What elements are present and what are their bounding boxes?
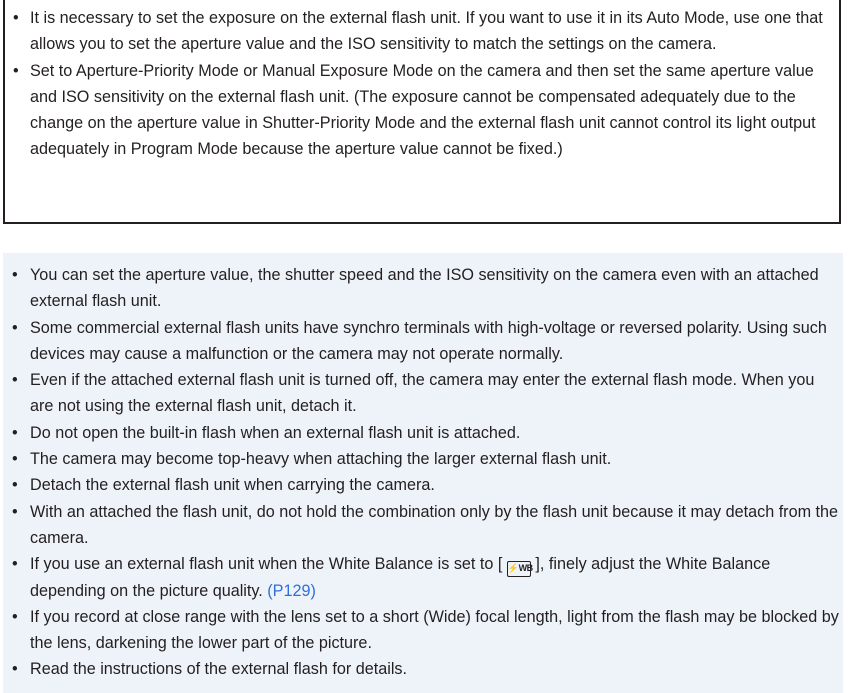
note-item: • Even if the attached external flash un… <box>12 367 842 420</box>
note-text: The camera may become top-heavy when att… <box>30 450 612 469</box>
flash-white-balance-icon: ⚡WB <box>506 561 533 578</box>
bullet: • <box>12 660 18 679</box>
note-text: Do not open the built-in flash when an e… <box>30 423 521 442</box>
note-text: Detach the external flash unit when carr… <box>30 476 435 495</box>
bullet: • <box>12 423 18 442</box>
note-item: • Some commercial external flash units h… <box>12 315 842 368</box>
notice-box: • It is necessary to set the exposure on… <box>3 0 841 224</box>
bullet: • <box>12 502 18 521</box>
bullet: • <box>13 9 19 27</box>
note-item: • The camera may become top-heavy when a… <box>12 446 842 472</box>
note-item: • Read the instructions of the external … <box>12 656 842 682</box>
bullet: • <box>12 555 18 574</box>
bullet: • <box>12 371 18 390</box>
bullet: • <box>12 266 18 284</box>
note-item: • Detach the external flash unit when ca… <box>12 472 842 498</box>
note-text: Even if the attached external flash unit… <box>30 371 815 416</box>
bullet: • <box>12 318 18 337</box>
note-item: • You can set the aperture value, the sh… <box>12 262 842 315</box>
note-text: If you record at close range with the le… <box>30 607 839 653</box>
note-item: • With an attached the flash unit, do no… <box>12 499 842 552</box>
notice-item: • It is necessary to set the exposure on… <box>13 5 837 58</box>
note-text: Some commercial external flash units hav… <box>30 318 827 363</box>
note-text: With an attached the flash unit, do not … <box>30 502 839 547</box>
page-reference-link[interactable]: (P129) <box>267 582 316 600</box>
bullet: • <box>13 61 19 80</box>
note-text: If you use an external flash unit when t… <box>30 555 507 574</box>
notice-text: Set to Aperture-Priority Mode or Manual … <box>30 61 816 159</box>
note-item-white-balance: • If you use an external flash unit when… <box>12 551 842 604</box>
bullet: • <box>12 607 18 626</box>
note-item: • Do not open the built-in flash when an… <box>12 420 842 446</box>
notice-list: • It is necessary to set the exposure on… <box>13 5 837 163</box>
note-panel: • You can set the aperture value, the sh… <box>3 253 843 693</box>
notice-item: • Set to Aperture-Priority Mode or Manua… <box>13 58 837 163</box>
note-text: You can set the aperture value, the shut… <box>30 266 819 311</box>
bullet: • <box>12 476 18 495</box>
bullet: • <box>12 450 18 469</box>
note-text: Read the instructions of the external fl… <box>30 660 408 679</box>
note-list: • You can set the aperture value, the sh… <box>12 262 842 683</box>
note-item: • If you record at close range with the … <box>12 604 842 657</box>
notice-text: It is necessary to set the exposure on t… <box>30 9 823 54</box>
